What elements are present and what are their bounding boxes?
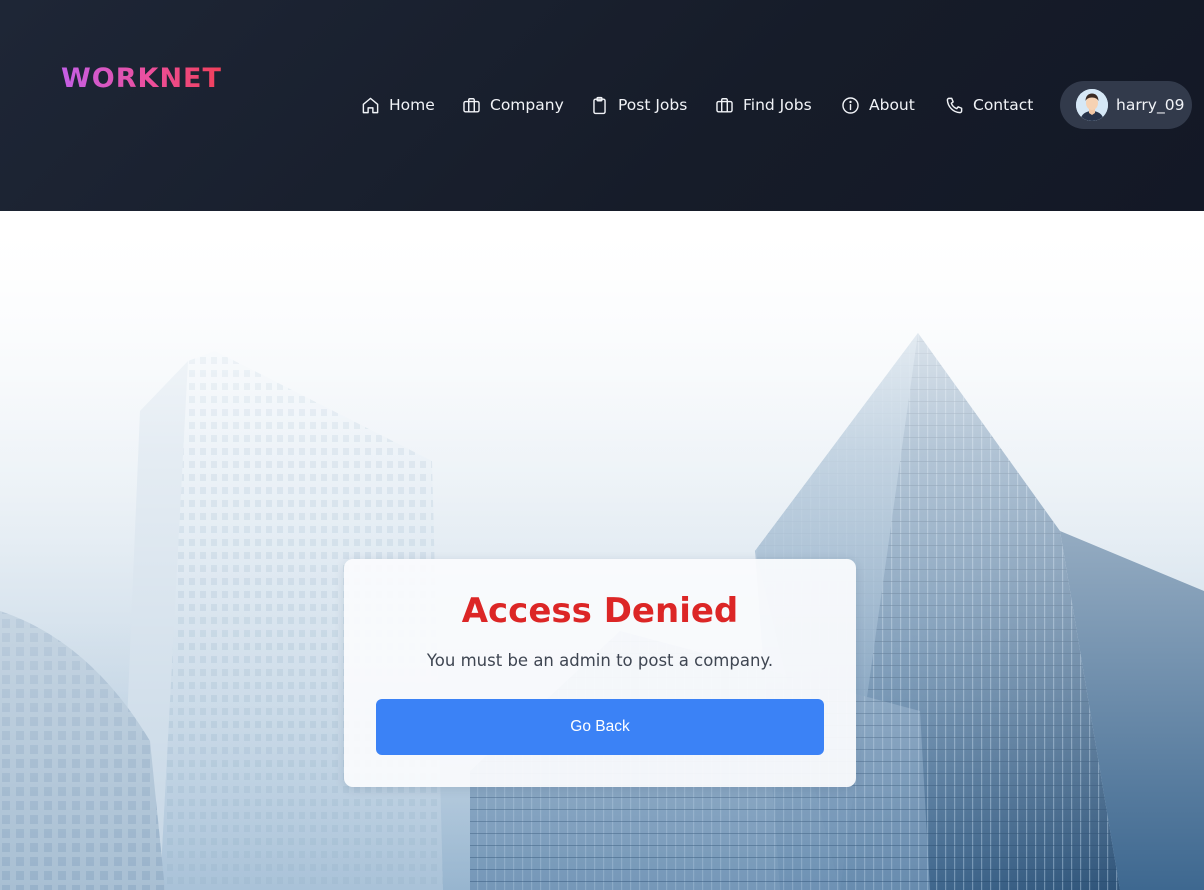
page: WORKNET Home Company Post Jobs Find Jobs… (0, 0, 1204, 890)
go-back-button[interactable]: Go Back (376, 699, 824, 755)
skyscraper-background-image (0, 211, 1204, 890)
nav-label-company: Company (490, 96, 564, 114)
dialog-message: You must be an admin to post a company. (426, 651, 774, 670)
briefcase-icon (463, 97, 480, 113)
nav-label-find-jobs: Find Jobs (743, 96, 812, 114)
nav-item-post-jobs[interactable]: Post Jobs (590, 82, 687, 128)
top-header: WORKNET Home Company Post Jobs Find Jobs… (0, 0, 1204, 211)
user-menu-button[interactable]: harry_09 (1060, 81, 1192, 129)
main-nav: Home Company Post Jobs Find Jobs About C… (0, 82, 1204, 128)
nav-item-company[interactable]: Company (462, 82, 564, 128)
dialog-title: Access Denied (461, 591, 739, 631)
nav-item-about[interactable]: About (841, 82, 915, 128)
phone-icon (946, 97, 963, 113)
briefcase-icon (716, 97, 733, 113)
nav-item-home[interactable]: Home (361, 82, 435, 128)
nav-item-find-jobs[interactable]: Find Jobs (715, 82, 812, 128)
username-label: harry_09 (1116, 96, 1185, 114)
access-denied-dialog: Access Denied You must be an admin to po… (344, 559, 856, 787)
clipboard-icon (593, 96, 606, 114)
hero-background (0, 211, 1204, 890)
nav-label-post-jobs: Post Jobs (618, 96, 688, 114)
nav-item-contact[interactable]: Contact (945, 82, 1033, 128)
nav-label-home: Home (389, 96, 435, 114)
info-icon (842, 96, 859, 114)
nav-label-about: About (869, 96, 915, 114)
nav-label-contact: Contact (973, 96, 1034, 114)
home-icon (362, 97, 379, 113)
avatar (1076, 89, 1108, 121)
user-avatar-icon (1076, 89, 1108, 121)
